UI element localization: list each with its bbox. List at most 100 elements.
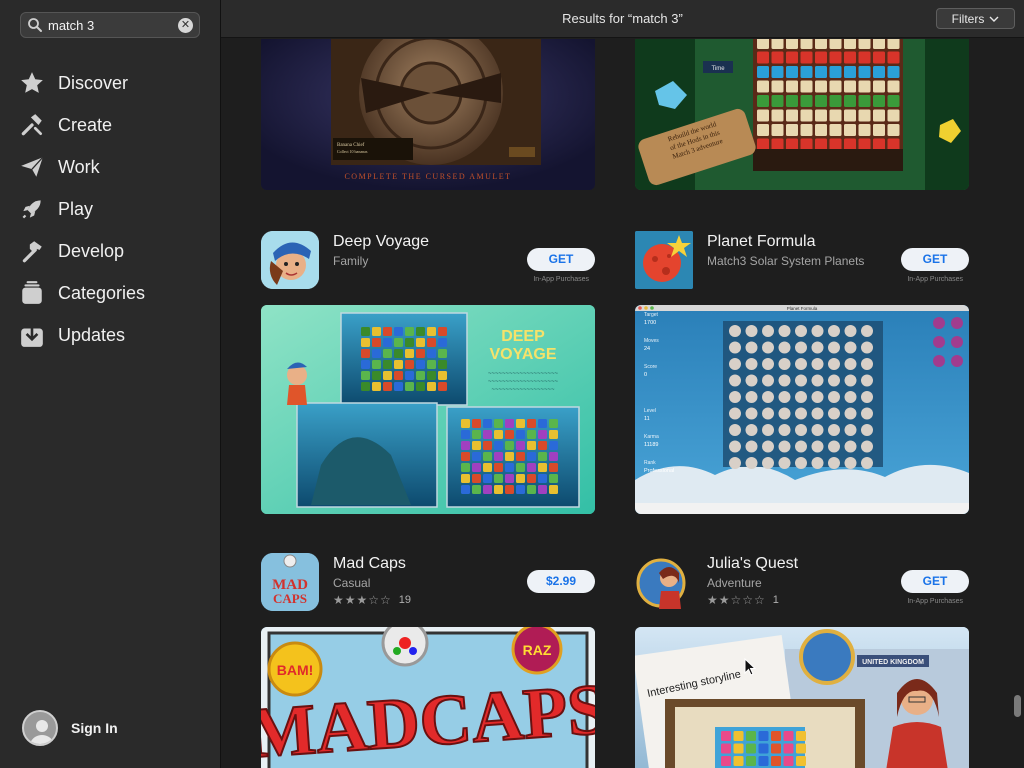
screenshot-hods-match3[interactable]: Time Rebuild the worldof the Hods in thi… bbox=[635, 39, 969, 190]
sidebar-item-updates[interactable]: Updates bbox=[18, 314, 208, 356]
screenshot-planet-formula[interactable]: Planet Formula Target 1700 Moves 24 Score 0 Le… bbox=[635, 305, 969, 514]
scrollbar-thumb[interactable] bbox=[1014, 695, 1021, 717]
board-tile bbox=[811, 374, 824, 387]
board-tile bbox=[811, 440, 824, 453]
app-row-planet-formula[interactable]: Planet Formula Match3 Solar System Plane… bbox=[635, 231, 969, 289]
search-input[interactable] bbox=[48, 17, 178, 33]
board-tile bbox=[538, 441, 547, 450]
board-tile bbox=[483, 441, 492, 450]
board-tile bbox=[861, 407, 873, 420]
board-tile bbox=[372, 338, 381, 347]
amulet-note2: Collect 10 bananas bbox=[337, 149, 368, 154]
sidebar-item-discover[interactable]: Discover bbox=[18, 62, 208, 104]
board-tile bbox=[786, 95, 798, 107]
sidebar-item-label: Updates bbox=[58, 324, 126, 345]
get-button[interactable]: GET bbox=[901, 570, 969, 593]
board-tile bbox=[757, 109, 769, 122]
board-tile bbox=[887, 39, 900, 49]
board-tile bbox=[811, 424, 824, 436]
get-button[interactable]: GET bbox=[527, 248, 595, 271]
board-tile bbox=[438, 327, 447, 336]
app-category: Casual bbox=[333, 576, 371, 590]
board-tile bbox=[758, 731, 769, 741]
planet-stat-value: 11189 bbox=[644, 442, 658, 448]
get-button[interactable]: GET bbox=[901, 248, 969, 271]
board-tile bbox=[795, 358, 807, 370]
board-tile bbox=[795, 440, 807, 453]
hammer-icon bbox=[18, 237, 46, 265]
board-tile bbox=[844, 109, 856, 122]
board-tile bbox=[549, 452, 558, 461]
julias-quest-app-icon[interactable] bbox=[635, 553, 693, 611]
app-name[interactable]: Julia's Quest bbox=[707, 555, 798, 573]
app-name[interactable]: Mad Caps bbox=[333, 555, 406, 573]
screenshot-mad-caps[interactable]: MADCAPS BAM! RAZ bbox=[261, 627, 595, 768]
search-field[interactable]: ✕ bbox=[20, 12, 200, 38]
board-tile bbox=[778, 391, 791, 403]
board-tile bbox=[729, 374, 741, 387]
rating-stars: ★★★☆☆ bbox=[333, 593, 392, 607]
board-tile bbox=[461, 419, 470, 428]
board-tile bbox=[861, 424, 873, 436]
in-app-purchases-note: In-App Purchases bbox=[907, 276, 963, 283]
sidebar-item-play[interactable]: Play bbox=[18, 188, 208, 230]
time-label: Time bbox=[711, 66, 725, 72]
board-tile bbox=[461, 441, 470, 450]
board-tile bbox=[786, 80, 798, 93]
amulet-artwork: Banana Chief Collect 10 bananas COMPLETE… bbox=[261, 39, 595, 190]
sidebar-item-develop[interactable]: Develop bbox=[18, 230, 208, 272]
app-row-mad-caps[interactable]: MAD CAPS Mad Caps Casual ★★★☆☆ 19 $2.99 bbox=[261, 553, 595, 611]
in-app-purchases-note: In-App Purchases bbox=[533, 276, 589, 283]
sidebar-item-work[interactable]: Work bbox=[18, 146, 208, 188]
planet-stat-value: 11 bbox=[644, 416, 650, 422]
board-tile bbox=[721, 756, 731, 766]
board-tile bbox=[427, 371, 436, 380]
board-tile bbox=[729, 424, 741, 436]
board-tile bbox=[372, 382, 381, 391]
app-row-deep-voyage[interactable]: Deep Voyage Family GET In-App Purchases bbox=[261, 231, 595, 289]
filters-button[interactable]: Filters bbox=[936, 8, 1015, 29]
mad-caps-app-icon[interactable]: MAD CAPS bbox=[261, 553, 319, 611]
screenshot-cursed-amulet[interactable]: Banana Chief Collect 10 bananas COMPLETE… bbox=[261, 39, 595, 190]
planet-formula-app-icon[interactable] bbox=[635, 231, 693, 289]
board-tile bbox=[505, 463, 514, 472]
rating-count: 1 bbox=[772, 594, 779, 606]
board-tile bbox=[746, 743, 756, 754]
board-tile bbox=[383, 371, 392, 380]
board-tile bbox=[815, 80, 827, 93]
board-tile bbox=[538, 452, 547, 461]
board-tile bbox=[733, 731, 744, 741]
board-tile bbox=[549, 485, 558, 494]
board-tile bbox=[887, 80, 900, 93]
board-tile bbox=[729, 440, 741, 453]
sidebar-item-create[interactable]: Create bbox=[18, 104, 208, 146]
screenshot-deep-voyage[interactable]: DEEP VOYAGE ~~~~~~~~~~~~~~~~~~~~ ~~~~~~~~~… bbox=[261, 305, 595, 514]
app-row-julias-quest[interactable]: Julia's Quest Adventure ★★☆☆☆ 1 GET In-A… bbox=[635, 553, 969, 611]
deep-voyage-app-icon[interactable] bbox=[261, 231, 319, 289]
board-tile bbox=[746, 756, 756, 766]
board-tile bbox=[527, 419, 536, 428]
board-tile bbox=[745, 407, 758, 420]
price-button[interactable]: $2.99 bbox=[527, 570, 595, 593]
hods-artwork: Time Rebuild the worldof the Hods in thi… bbox=[635, 39, 969, 190]
board-tile bbox=[405, 360, 414, 369]
board-tile bbox=[516, 474, 525, 483]
sidebar-item-categories[interactable]: Categories bbox=[18, 272, 208, 314]
clear-search-icon[interactable]: ✕ bbox=[178, 17, 193, 33]
board-tile bbox=[505, 452, 514, 461]
board-tile bbox=[527, 441, 536, 450]
screenshot-julias-quest[interactable]: Interesting storyline UNITED KINGDOM bbox=[635, 627, 969, 768]
board-tile bbox=[762, 457, 774, 469]
board-tile bbox=[361, 360, 370, 369]
app-name[interactable]: Deep Voyage bbox=[333, 233, 429, 251]
app-name[interactable]: Planet Formula bbox=[707, 233, 816, 251]
board-tile bbox=[815, 51, 827, 64]
board-tile bbox=[549, 441, 558, 450]
board-tile bbox=[405, 382, 414, 391]
board-tile bbox=[828, 424, 840, 436]
board-tile bbox=[762, 440, 774, 453]
board-tile bbox=[771, 51, 784, 64]
board-tile bbox=[786, 138, 798, 151]
sign-in-button[interactable]: Sign In bbox=[22, 710, 118, 746]
board-tile bbox=[828, 358, 840, 370]
